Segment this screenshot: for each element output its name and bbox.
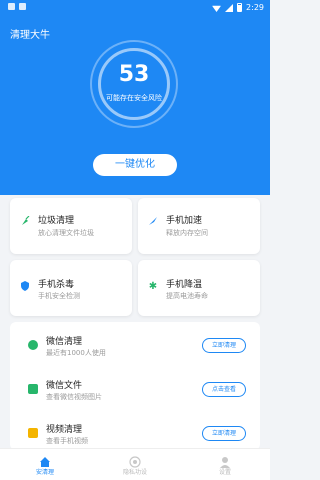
home-icon bbox=[39, 453, 51, 467]
feature-title: 垃圾清理 bbox=[38, 216, 75, 226]
broom-icon bbox=[20, 216, 30, 226]
list-item-wechat-clean[interactable]: 微信清理 最近有1000人使用 立即清理 bbox=[10, 326, 260, 366]
feature-subtitle: 释放内存空间 bbox=[166, 229, 208, 237]
snowflake-icon: ✱ bbox=[148, 280, 158, 292]
list-item-subtitle: 最近有1000人使用 bbox=[46, 349, 106, 357]
security-description: 可能存在安全风险 bbox=[106, 94, 162, 102]
feature-title: 手机降温 bbox=[166, 280, 203, 290]
video-icon bbox=[28, 428, 38, 438]
nav-tab-clean[interactable]: 安清理 bbox=[15, 453, 75, 476]
shield-icon bbox=[20, 281, 30, 291]
nav-tab-privacy[interactable]: 隐私功设 bbox=[105, 453, 165, 476]
feature-subtitle: 手机安全检测 bbox=[38, 292, 80, 300]
nav-label: 设置 bbox=[218, 469, 231, 476]
folder-icon bbox=[28, 384, 38, 394]
optimize-button[interactable]: 一键优化 bbox=[93, 154, 177, 176]
list-item-wechat-files[interactable]: 微信文件 查看微信视频图片 点击查看 bbox=[10, 370, 260, 410]
feature-card-cooldown[interactable]: ✱ 手机降温 提高电池寿命 bbox=[138, 260, 260, 316]
rocket-icon bbox=[148, 216, 158, 226]
feature-title: 手机杀毒 bbox=[38, 280, 75, 290]
feature-card-speedup[interactable]: 手机加速 释放内存空间 bbox=[138, 198, 260, 254]
list-item-subtitle: 查看手机视频 bbox=[46, 437, 88, 445]
feature-card-junk-clean[interactable]: 垃圾清理 放心清理文件垃圾 bbox=[10, 198, 132, 254]
notification-icon bbox=[8, 3, 15, 10]
feature-subtitle: 提高电池寿命 bbox=[166, 292, 208, 300]
feature-card-antivirus[interactable]: 手机杀毒 手机安全检测 bbox=[10, 260, 132, 316]
security-score: 53 bbox=[118, 62, 150, 87]
list-item-title: 视频清理 bbox=[46, 425, 83, 435]
list-item-title: 微信文件 bbox=[46, 381, 83, 391]
wechat-icon bbox=[28, 340, 38, 350]
bottom-nav: 安清理 隐私功设 设置 bbox=[0, 448, 270, 480]
status-time: 2:29 bbox=[246, 3, 264, 12]
clean-now-button[interactable]: 立即清理 bbox=[202, 338, 246, 353]
battery-icon bbox=[237, 3, 243, 12]
signal-icon bbox=[225, 3, 234, 12]
user-icon bbox=[219, 453, 231, 468]
status-bar: 2:29 bbox=[0, 0, 270, 18]
feature-subtitle: 放心清理文件垃圾 bbox=[38, 229, 94, 237]
tool-list: 微信清理 最近有1000人使用 立即清理 微信文件 查看微信视频图片 点击查看 … bbox=[10, 322, 260, 450]
clean-now-button[interactable]: 立即清理 bbox=[202, 426, 246, 441]
notification-icon bbox=[19, 3, 26, 10]
list-item-subtitle: 查看微信视频图片 bbox=[46, 393, 102, 401]
nav-label: 隐私功设 bbox=[122, 469, 147, 476]
wifi-icon bbox=[212, 5, 222, 12]
privacy-icon bbox=[129, 453, 141, 468]
list-item-title: 微信清理 bbox=[46, 337, 83, 347]
hero-header: 2:29 清理大牛 53 可能存在安全风险 一键优化 bbox=[0, 0, 270, 195]
app-title: 清理大牛 bbox=[10, 30, 50, 41]
nav-tab-settings[interactable]: 设置 bbox=[195, 453, 255, 476]
security-gauge: 53 可能存在安全风险 bbox=[90, 40, 178, 128]
view-button[interactable]: 点击查看 bbox=[202, 382, 246, 397]
nav-label: 安清理 bbox=[35, 469, 54, 476]
feature-title: 手机加速 bbox=[166, 216, 203, 226]
